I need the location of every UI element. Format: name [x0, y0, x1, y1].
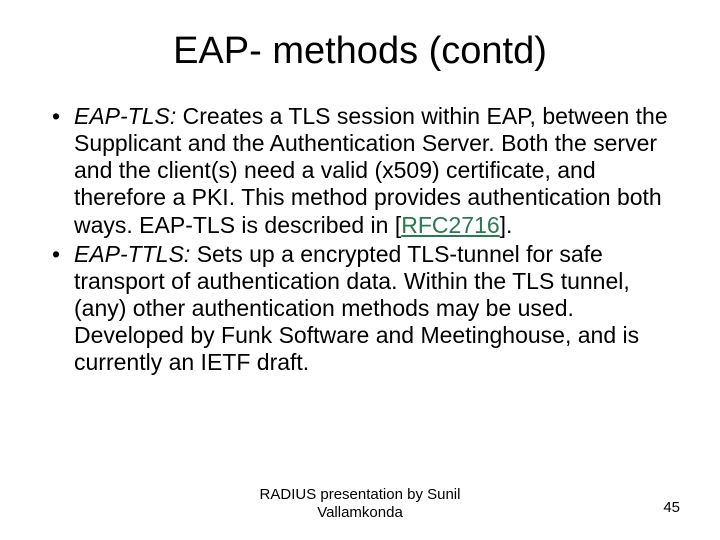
list-item: EAP-TLS: Creates a TLS session within EA…: [50, 103, 670, 239]
footer-line-2: Vallamkonda: [317, 504, 403, 521]
footer: RADIUS presentation by Sunil Vallamkonda: [0, 486, 720, 522]
page-title: EAP- methods (contd): [50, 30, 670, 73]
bullet-text-post: ].: [500, 212, 513, 238]
bullet-list: EAP-TLS: Creates a TLS session within EA…: [50, 103, 670, 376]
list-item: EAP-TTLS: Sets up a encrypted TLS-tunnel…: [50, 241, 670, 377]
bullet-label: EAP-TLS:: [74, 103, 176, 129]
page-number: 45: [663, 499, 680, 516]
slide: EAP- methods (contd) EAP-TLS: Creates a …: [0, 0, 720, 540]
footer-line-1: RADIUS presentation by Sunil: [260, 486, 461, 503]
bullet-label: EAP-TTLS:: [74, 241, 190, 267]
rfc-link[interactable]: RFC2716: [401, 212, 499, 238]
